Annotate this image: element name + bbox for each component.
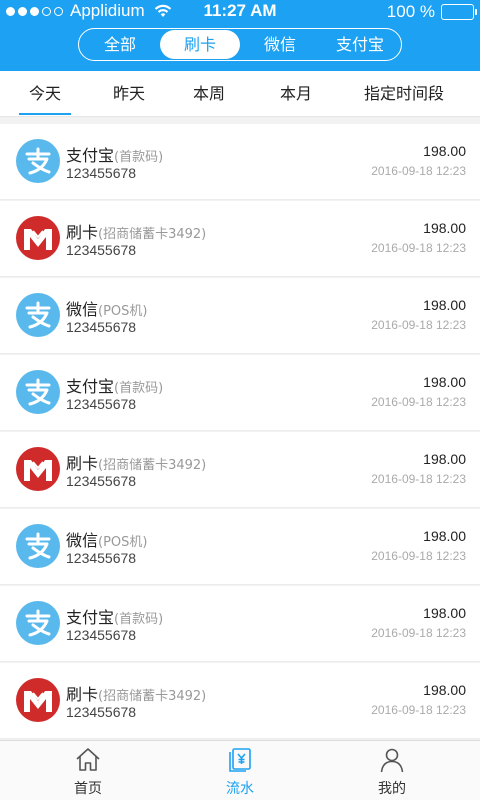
payment-type-filter: 全部 刷卡 微信 支付宝 [78, 28, 402, 61]
active-tab-indicator [19, 113, 71, 115]
payment-method: 支付宝 [66, 608, 115, 627]
bottom-nav: 首页 流水 我的 [0, 740, 480, 800]
date-range-tabs: 今天 昨天 本周 本月 指定时间段 [0, 71, 480, 117]
payment-method: 微信 [66, 531, 99, 550]
transaction-date: 2016-09-18 12:23 [371, 164, 466, 178]
tab-this-week[interactable]: 本周 [179, 71, 239, 117]
transaction-amount: 198.00 [423, 528, 466, 544]
payment-detail: (招商储蓄卡3492) [98, 689, 207, 704]
cmb-bank-icon [16, 678, 60, 722]
transaction-date: 2016-09-18 12:23 [371, 318, 466, 332]
payment-method: 刷卡 [66, 223, 99, 242]
transaction-amount: 198.00 [423, 143, 466, 159]
transaction-number: 123455678 [66, 396, 137, 412]
transaction-date: 2016-09-18 12:23 [371, 626, 466, 640]
transaction-name: 支付宝(首款码) [66, 604, 163, 628]
nav-ledger[interactable]: 流水 [160, 741, 320, 800]
segment-alipay[interactable]: 支付宝 [320, 30, 400, 59]
alipay-icon [16, 370, 60, 414]
transaction-row[interactable]: 微信(POS机) 123455678 198.00 2016-09-18 12:23 [0, 278, 480, 354]
transaction-amount: 198.00 [423, 605, 466, 621]
transaction-date: 2016-09-18 12:23 [371, 703, 466, 717]
payment-method: 支付宝 [66, 377, 115, 396]
battery-icon [441, 4, 477, 20]
transaction-name: 微信(POS机) [66, 527, 147, 551]
transaction-name: 刷卡(招商储蓄卡3492) [66, 450, 206, 474]
payment-detail: (POS机) [98, 535, 148, 550]
transaction-date: 2016-09-18 12:23 [371, 472, 466, 486]
transaction-name: 支付宝(首款码) [66, 373, 163, 397]
transaction-amount: 198.00 [423, 374, 466, 390]
transaction-number: 123455678 [66, 704, 137, 720]
payment-detail: (首款码) [114, 150, 164, 165]
transaction-name: 刷卡(招商储蓄卡3492) [66, 681, 206, 705]
payment-detail: (首款码) [114, 381, 164, 396]
battery-status: 100 % [386, 2, 477, 22]
segment-all[interactable]: 全部 [80, 30, 160, 59]
payment-detail: (招商储蓄卡3492) [98, 458, 207, 473]
alipay-icon [16, 601, 60, 645]
transaction-name: 支付宝(首款码) [66, 142, 163, 166]
nav-profile[interactable]: 我的 [312, 741, 472, 800]
transaction-date: 2016-09-18 12:23 [371, 395, 466, 409]
payment-method: 刷卡 [66, 685, 99, 704]
transaction-amount: 198.00 [423, 297, 466, 313]
transaction-date: 2016-09-18 12:23 [371, 241, 466, 255]
nav-ledger-label: 流水 [226, 781, 254, 797]
header: Applidium 11:27 AM 100 % 全部 刷卡 微信 支付宝 [0, 0, 480, 71]
payment-method: 刷卡 [66, 454, 99, 473]
nav-home-label: 首页 [74, 781, 102, 797]
user-icon [379, 747, 405, 773]
transaction-date: 2016-09-18 12:23 [371, 549, 466, 563]
transaction-number: 123455678 [66, 242, 137, 258]
transaction-number: 123455678 [66, 550, 137, 566]
tab-this-month[interactable]: 本月 [266, 71, 326, 117]
cmb-bank-icon [16, 447, 60, 491]
transaction-row[interactable]: 刷卡(招商储蓄卡3492) 123455678 198.00 2016-09-18 1… [0, 201, 480, 277]
ledger-icon [227, 747, 253, 773]
status-bar: Applidium 11:27 AM 100 % [0, 0, 480, 24]
segment-card[interactable]: 刷卡 [160, 30, 240, 59]
payment-detail: (首款码) [114, 612, 164, 627]
tab-custom-range[interactable]: 指定时间段 [352, 71, 456, 117]
payment-method: 微信 [66, 300, 99, 319]
nav-home[interactable]: 首页 [8, 741, 168, 800]
tab-today[interactable]: 今天 [15, 71, 75, 117]
transaction-number: 123455678 [66, 319, 137, 335]
alipay-icon [16, 139, 60, 183]
transaction-row[interactable]: 支付宝(首款码) 123455678 198.00 2016-09-18 12:23 [0, 355, 480, 431]
transaction-amount: 198.00 [423, 451, 466, 467]
payment-detail: (招商储蓄卡3492) [98, 227, 207, 242]
transaction-row[interactable]: 支付宝(首款码) 123455678 198.00 2016-09-18 12:23 [0, 124, 480, 200]
transaction-row[interactable]: 支付宝(首款码) 123455678 198.00 2016-09-18 12:23 [0, 586, 480, 662]
home-icon [75, 747, 101, 773]
payment-method: 支付宝 [66, 146, 115, 165]
tab-yesterday[interactable]: 昨天 [99, 71, 159, 117]
transaction-amount: 198.00 [423, 682, 466, 698]
battery-percent: 100 % [386, 2, 435, 21]
transaction-row[interactable]: 刷卡(招商储蓄卡3492) 123455678 198.00 2016-09-18 1… [0, 663, 480, 739]
transaction-row[interactable]: 刷卡(招商储蓄卡3492) 123455678 198.00 2016-09-18 1… [0, 432, 480, 508]
nav-profile-label: 我的 [378, 781, 406, 797]
transaction-number: 123455678 [66, 627, 137, 643]
segment-wechat[interactable]: 微信 [240, 30, 320, 59]
payment-detail: (POS机) [98, 304, 148, 319]
transaction-number: 123455678 [66, 473, 137, 489]
transaction-amount: 198.00 [423, 220, 466, 236]
alipay-icon [16, 524, 60, 568]
transaction-name: 刷卡(招商储蓄卡3492) [66, 219, 206, 243]
transaction-row[interactable]: 微信(POS机) 123455678 198.00 2016-09-18 12:23 [0, 509, 480, 585]
cmb-bank-icon [16, 216, 60, 260]
transaction-number: 123455678 [66, 165, 137, 181]
alipay-icon [16, 293, 60, 337]
transaction-name: 微信(POS机) [66, 296, 147, 320]
